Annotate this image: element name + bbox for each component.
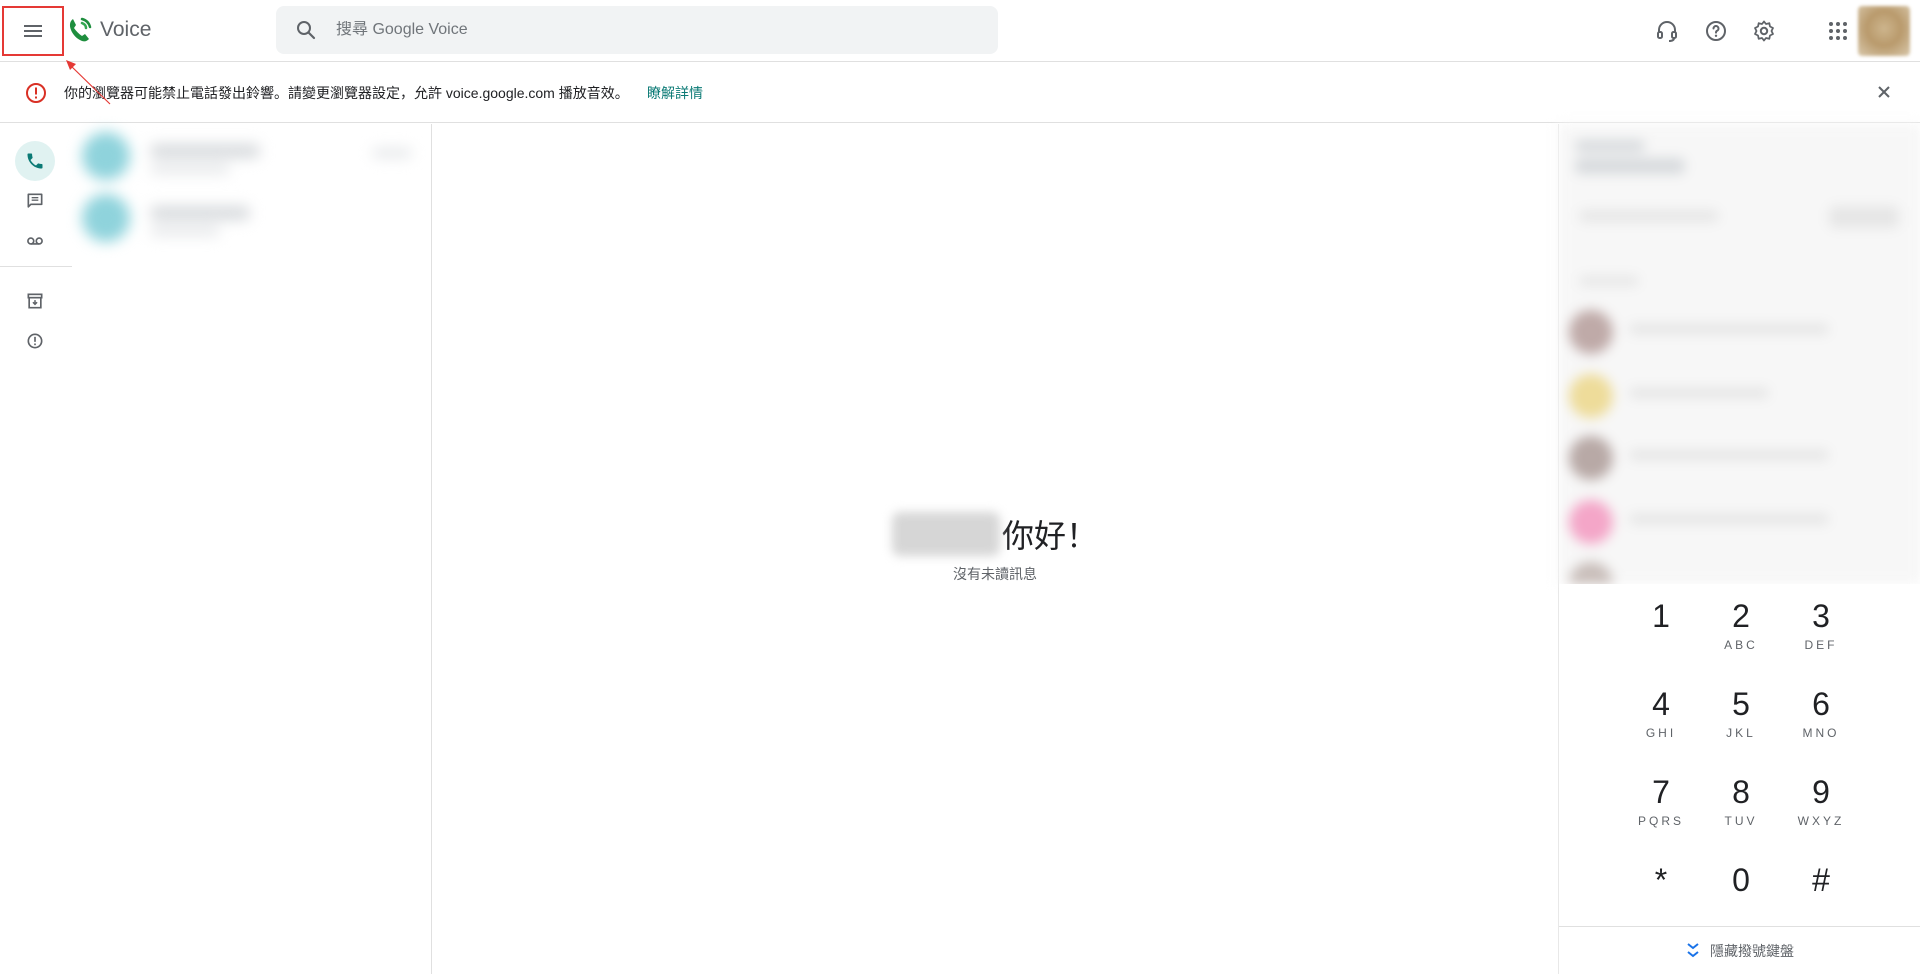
greeting-text: 你好！ [1002, 518, 1099, 554]
voice-logo-icon [69, 17, 92, 42]
dialpad-key-1[interactable]: 1 [1621, 596, 1701, 666]
navigation-rail [0, 124, 72, 974]
hide-dialpad-button[interactable]: 隱藏撥號鍵盤 [1559, 926, 1920, 974]
nav-messages[interactable] [15, 181, 55, 221]
rail-divider [0, 266, 72, 267]
dialpad-key-3[interactable]: 3 DEF [1781, 596, 1861, 666]
nav-voicemail[interactable] [15, 221, 55, 261]
main-content: 你好！ 沒有未讀訊息 [432, 124, 1558, 974]
help-icon[interactable] [1702, 17, 1730, 45]
dialpad-key-8[interactable]: 8 TUV [1701, 772, 1781, 842]
top-app-bar: Voice [0, 0, 1920, 62]
unread-status: 沒有未讀訊息 [953, 566, 1037, 582]
archive-icon [27, 293, 43, 309]
apps-icon[interactable] [1824, 17, 1852, 45]
notification-banner: 你的瀏覽器可能禁止電話發出鈴響。請變更瀏覽器設定，允許 voice.google… [0, 62, 1920, 123]
dialpad-key-star[interactable]: * [1621, 860, 1701, 930]
blurred-list-items [72, 124, 432, 264]
search-icon[interactable] [294, 18, 318, 42]
learn-more-link[interactable]: 瞭解詳情 [647, 83, 703, 103]
conversation-list [72, 124, 432, 974]
spam-icon [27, 333, 43, 349]
app-title: Voice [100, 18, 152, 41]
dialpad-key-9[interactable]: 9 WXYZ [1781, 772, 1861, 842]
hide-dialpad-label: 隱藏撥號鍵盤 [1710, 942, 1794, 959]
dialpad-key-0[interactable]: 0 [1701, 860, 1781, 930]
close-icon[interactable] [1872, 80, 1896, 104]
app-logo[interactable]: Voice [66, 16, 151, 44]
settings-icon[interactable] [1750, 17, 1778, 45]
dialpad-key-4[interactable]: 4 GHI [1621, 684, 1701, 754]
nav-calls[interactable] [15, 141, 55, 181]
blurred-user-name [892, 512, 1000, 556]
voicemail-icon [27, 237, 43, 245]
dialpad-key-7[interactable]: 7 PQRS [1621, 772, 1701, 842]
calls-panel: 1 2 ABC 3 DEF 4 GHI 5 JKL 6 MNO 7 PQRS 8 TUV 9W… [1558, 124, 1920, 974]
dialpad: 1 2 ABC 3 DEF 4 GHI 5 JKL 6 MNO 7 PQRS 8 TUV 9W… [1559, 584, 1920, 914]
dialpad-key-5[interactable]: 5 JKL [1701, 684, 1781, 754]
dialpad-key-hash[interactable]: # [1781, 860, 1861, 930]
headset-icon[interactable] [1653, 17, 1681, 45]
nav-spam[interactable] [15, 321, 55, 361]
search-input[interactable] [336, 21, 936, 39]
main-menu-button[interactable] [2, 6, 64, 56]
nav-archive[interactable] [15, 281, 55, 321]
messages-icon [27, 193, 43, 208]
menu-icon [24, 22, 42, 40]
collapse-chevron-icon [1687, 942, 1699, 957]
error-icon [26, 83, 46, 103]
greeting: 你好！ [892, 510, 1112, 558]
banner-message: 你的瀏覽器可能禁止電話發出鈴響。請變更瀏覽器設定，允許 voice.google… [64, 85, 629, 101]
dialpad-key-6[interactable]: 6 MNO [1781, 684, 1861, 754]
search-bar[interactable] [276, 6, 998, 54]
phone-icon [27, 153, 43, 169]
blurred-contacts [1559, 124, 1920, 584]
dialpad-key-2[interactable]: 2 ABC [1701, 596, 1781, 666]
account-avatar[interactable] [1858, 6, 1910, 56]
